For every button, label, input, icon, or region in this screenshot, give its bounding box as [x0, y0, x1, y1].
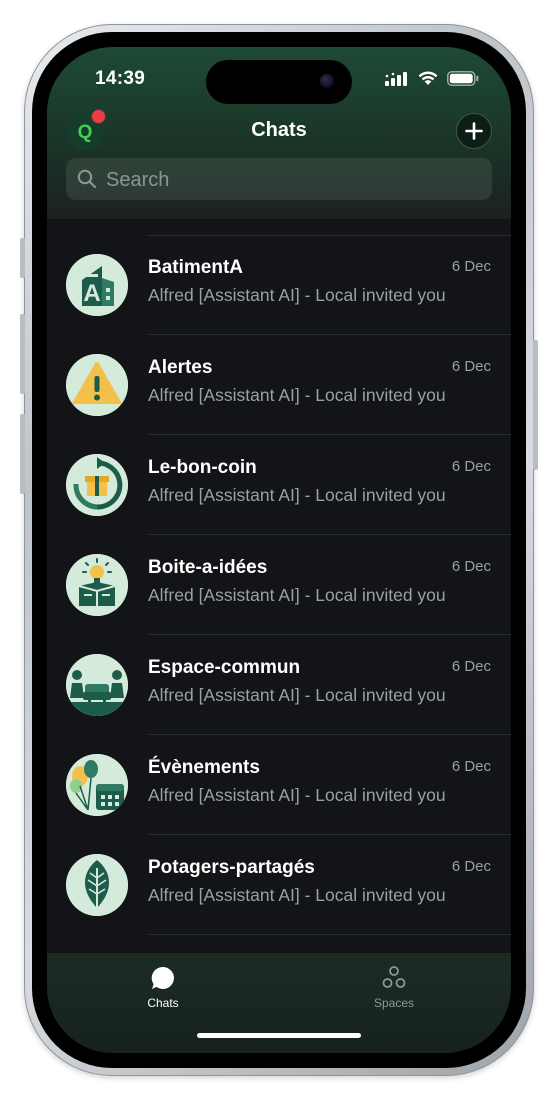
chat-row-le-bon-coin[interactable]: Le-bon-coin Alfred [Assistant AI] - Loca… — [47, 435, 511, 535]
search-box[interactable] — [66, 158, 492, 202]
lounge-icon — [66, 654, 128, 716]
idea-box-icon — [66, 554, 128, 616]
svg-text:A: A — [83, 280, 100, 307]
volume-up-button — [20, 314, 25, 394]
screen: 14:39 Q Chats Search A BatimentA Alfred … — [47, 47, 511, 1053]
chat-date: 6 Dec — [451, 758, 491, 775]
balloons-calendar-icon — [66, 754, 128, 816]
wifi-icon — [418, 71, 438, 85]
chat-list: A BatimentA Alfred [Assistant AI] - Loca… — [47, 235, 511, 935]
chat-name: Boite-a-idées — [148, 557, 268, 578]
new-chat-button[interactable] — [456, 113, 492, 149]
chat-preview: Alfred [Assistant AI] - Local invited yo… — [148, 885, 446, 905]
chat-name: Le-bon-coin — [148, 457, 257, 478]
chat-preview: Alfred [Assistant AI] - Local invited yo… — [148, 385, 446, 405]
chat-preview: Alfred [Assistant AI] - Local invited yo… — [148, 585, 446, 605]
row-divider — [148, 934, 511, 935]
warning-icon — [66, 354, 128, 416]
gift-exchange-icon — [66, 454, 128, 516]
dynamic-island — [206, 60, 352, 104]
chat-date: 6 Dec — [451, 658, 491, 675]
tab-label: Spaces — [373, 996, 415, 1010]
page-title: Chats — [251, 119, 307, 141]
chat-preview: Alfred [Assistant AI] - Local invited yo… — [148, 785, 446, 805]
search-input[interactable] — [104, 158, 478, 202]
signal-icon — [385, 72, 407, 86]
tab-bar: Chats Spaces — [47, 953, 511, 1053]
chat-date: 6 Dec — [451, 858, 491, 875]
plus-icon — [465, 122, 483, 140]
power-button — [533, 340, 538, 470]
chat-name: Espace-commun — [148, 657, 301, 678]
camera-icon — [320, 74, 334, 88]
action-button — [20, 238, 25, 278]
chat-preview: Alfred [Assistant AI] - Local invited yo… — [148, 285, 446, 305]
tab-spaces[interactable]: Spaces — [334, 953, 454, 1023]
battery-icon — [447, 71, 479, 86]
chat-name: Alertes — [148, 357, 213, 378]
chat-name: BatimentA — [148, 257, 244, 278]
building-a-icon: A — [66, 254, 128, 316]
chat-bubble-icon — [151, 966, 174, 989]
chat-row-espace-commun[interactable]: Espace-commun Alfred [Assistant AI] - Lo… — [47, 635, 511, 735]
chat-name: Potagers-partagés — [148, 857, 315, 878]
volume-down-button — [20, 414, 25, 494]
tab-chats[interactable]: Chats — [103, 953, 223, 1023]
chat-date: 6 Dec — [451, 258, 491, 275]
tab-label: Chats — [147, 996, 179, 1010]
chat-row-potagers-partages[interactable]: Potagers-partagés Alfred [Assistant AI] … — [47, 835, 511, 935]
status-time: 14:39 — [95, 68, 146, 89]
chat-row-evenements[interactable]: Évènements Alfred [Assistant AI] - Local… — [47, 735, 511, 835]
home-indicator[interactable] — [197, 1033, 361, 1038]
chat-row-boite-a-idees[interactable]: Boite-a-idées Alfred [Assistant AI] - Lo… — [47, 535, 511, 635]
search-icon — [77, 169, 97, 189]
chat-name: Évènements — [148, 757, 260, 778]
chat-date: 6 Dec — [451, 458, 491, 475]
chat-date: 6 Dec — [451, 558, 491, 575]
leaf-icon — [66, 854, 128, 916]
chat-row-alertes[interactable]: Alertes Alfred [Assistant AI] - Local in… — [47, 335, 511, 435]
chat-preview: Alfred [Assistant AI] - Local invited yo… — [148, 685, 446, 705]
spaces-icon — [382, 966, 406, 988]
chat-row-batimenta[interactable]: A BatimentA Alfred [Assistant AI] - Loca… — [47, 235, 511, 335]
chat-preview: Alfred [Assistant AI] - Local invited yo… — [148, 485, 446, 505]
chat-date: 6 Dec — [451, 358, 491, 375]
